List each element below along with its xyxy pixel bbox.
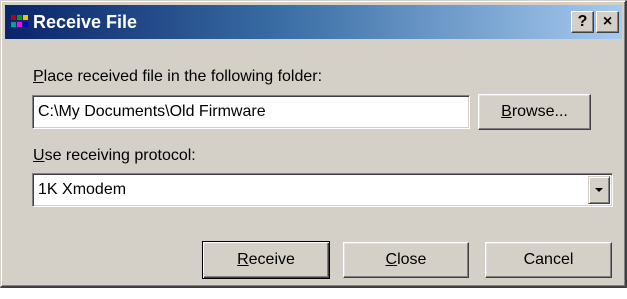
protocol-selected-value: 1K Xmodem bbox=[38, 181, 127, 198]
folder-label-text: lace received file in the following fold… bbox=[43, 68, 323, 85]
chevron-down-icon[interactable] bbox=[588, 176, 610, 204]
help-button[interactable]: ? bbox=[571, 11, 594, 33]
folder-label: Place received file in the following fol… bbox=[33, 68, 322, 86]
protocol-label: Use receiving protocol: bbox=[33, 147, 196, 165]
folder-label-accelerator: P bbox=[33, 68, 44, 85]
receive-accelerator: R bbox=[237, 251, 249, 268]
window-title: Receive File bbox=[33, 12, 138, 32]
browse-label: rowse... bbox=[511, 103, 568, 120]
receive-button[interactable]: Receive bbox=[202, 241, 330, 279]
cancel-button[interactable]: Cancel bbox=[485, 242, 612, 278]
help-icon: ? bbox=[577, 13, 588, 30]
protocol-label-accelerator: U bbox=[33, 147, 45, 164]
title-bar[interactable]: Receive File ? × bbox=[5, 5, 622, 39]
close-icon: × bbox=[602, 13, 613, 30]
receive-label: eceive bbox=[248, 251, 295, 268]
close-accelerator: C bbox=[385, 251, 398, 268]
terminal-app-icon bbox=[11, 15, 28, 27]
protocol-label-text: se receiving protocol: bbox=[44, 147, 196, 164]
protocol-select[interactable]: 1K Xmodem bbox=[32, 173, 613, 207]
browse-accelerator: B bbox=[501, 103, 512, 120]
browse-button[interactable]: Browse... bbox=[478, 94, 591, 130]
close-label: lose bbox=[397, 251, 427, 268]
cancel-label: Cancel bbox=[523, 251, 574, 268]
close-button[interactable]: Close bbox=[343, 242, 469, 278]
receive-file-dialog: Receive File ? × Place received file in … bbox=[0, 0, 627, 288]
folder-path-value: C:\My Documents\Old Firmware bbox=[38, 103, 266, 120]
close-window-button[interactable]: × bbox=[596, 11, 619, 33]
folder-path-input[interactable]: C:\My Documents\Old Firmware bbox=[32, 95, 470, 129]
